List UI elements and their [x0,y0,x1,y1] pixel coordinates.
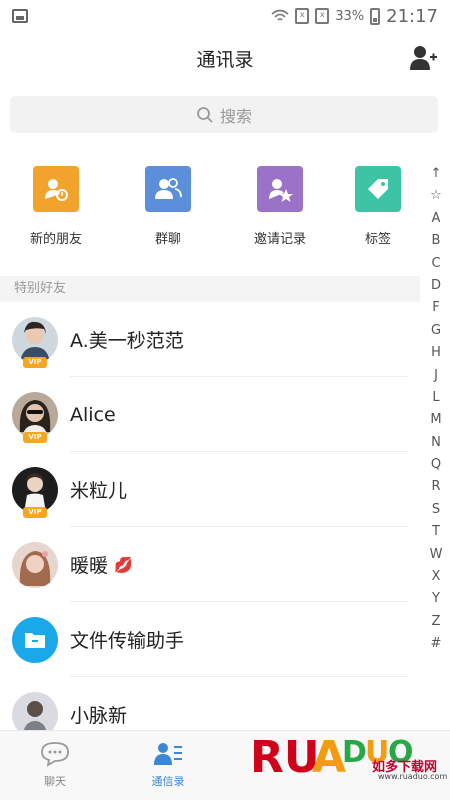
page-title: 通讯录 [196,48,254,71]
contact-name-text: 暖暖 [70,555,109,577]
avatar [12,316,58,363]
quick-actions: 新的朋友 群聊 邀请记录 标签 [0,166,420,247]
alphabet-index-letter[interactable]: B [432,230,441,252]
alphabet-index-letter[interactable]: C [431,253,440,275]
search-placeholder: 搜索 [219,106,252,126]
contact-row[interactable]: 暖暖 💋 [0,527,420,602]
alphabet-index-letter[interactable]: Z [432,611,441,633]
watermark-logo: RU A D U O 如多下载网 www.ruaduo.com [250,722,450,800]
alphabet-index-letter[interactable]: H [431,342,441,364]
new-friend-icon [33,166,79,212]
contact-name: 小脉新 [70,705,128,727]
contact-row[interactable]: VIP Alice [0,377,420,452]
svg-text:A: A [312,732,346,782]
contact-name: A.美一秒范范 [70,330,184,352]
search-input[interactable]: 搜索 [10,96,438,133]
alphabet-index-letter[interactable]: Y [432,588,440,610]
invite-records-button[interactable]: 邀请记录 [224,166,336,247]
watermark-url: www.ruaduo.com [378,772,448,781]
tag-icon [355,166,401,212]
folder-icon [25,632,45,648]
battery-icon [370,7,381,25]
alphabet-index-letter[interactable]: G [431,320,441,342]
alphabet-index-letter[interactable]: M [430,409,441,431]
new-friends-label: 新的朋友 [29,232,82,247]
add-contact-icon[interactable] [410,45,438,71]
avatar [12,466,58,513]
wifi-icon [271,9,289,21]
alphabet-index-letter[interactable]: ☆ [430,185,442,207]
invite-records-label: 邀请记录 [253,232,306,247]
group-chat-icon [145,166,191,212]
alphabet-index-letter[interactable]: T [432,521,440,543]
invite-record-icon [257,166,303,212]
alphabet-index-letter[interactable]: S [432,499,440,521]
contact-name: Alice [70,403,116,426]
group-chat-button[interactable]: 群聊 [112,166,224,247]
vip-badge: VIP [23,356,47,368]
vip-badge: VIP [23,431,47,443]
contact-row[interactable]: VIP 米粒儿 [0,452,420,527]
contacts-icon [154,743,182,765]
alphabet-index-letter[interactable]: A [432,208,441,230]
tab-contacts-label: 通信录 [151,775,185,788]
tab-contacts[interactable]: 通信录 [138,741,198,789]
contact-name: 暖暖 💋 [70,551,133,578]
avatar [12,391,58,438]
alphabet-index[interactable]: ↑ ☆ A B C D F G H J L M N Q R S T W X Y Z # [422,163,450,656]
new-friends-button[interactable]: 新的朋友 [0,166,112,247]
search-icon [197,106,213,123]
alphabet-index-letter[interactable]: F [432,297,439,319]
chat-bubble-icon [41,742,69,767]
alphabet-index-letter[interactable]: J [434,365,438,387]
svg-text:RU: RU [250,732,320,782]
alphabet-index-letter[interactable]: # [431,633,442,655]
status-bar: x x 33% 21:17 [0,0,450,32]
clock: 21:17 [386,5,438,27]
alphabet-index-letter[interactable]: Q [431,454,441,476]
alphabet-index-letter[interactable]: ↑ [431,163,442,185]
tab-chat[interactable]: 聊天 [25,741,85,789]
avatar [12,541,58,588]
alphabet-index-letter[interactable]: D [431,275,441,297]
alphabet-index-letter[interactable]: W [430,544,443,566]
section-header-special-friends: 特别好友 [0,276,420,302]
tags-label: 标签 [364,232,391,247]
tab-chat-label: 聊天 [44,775,66,788]
alphabet-index-letter[interactable]: R [431,476,440,498]
no-sim-icon: x [315,8,330,24]
alphabet-index-letter[interactable]: X [432,566,441,588]
group-chat-label: 群聊 [154,232,181,247]
lips-emoji: 💋 [114,555,133,574]
alphabet-index-letter[interactable]: N [431,432,441,454]
contact-name: 米粒儿 [70,480,128,502]
svg-text:D: D [342,735,367,770]
no-sim-icon: x [295,8,310,24]
file-helper-avatar [12,616,58,663]
tags-button[interactable]: 标签 [336,166,420,247]
contact-list: VIP A.美一秒范范 VIP Alice VIP 米粒儿 暖暖 💋 文件传输助… [0,302,420,752]
alphabet-index-letter[interactable]: L [432,387,439,409]
contact-row[interactable]: 文件传输助手 [0,602,420,677]
battery-percent: 33% [335,8,365,24]
gallery-notification-icon [12,9,28,23]
contact-row[interactable]: VIP A.美一秒范范 [0,302,420,377]
vip-badge: VIP [23,506,47,518]
nav-bar: 通讯录 [0,32,450,84]
contact-name: 文件传输助手 [70,630,185,652]
